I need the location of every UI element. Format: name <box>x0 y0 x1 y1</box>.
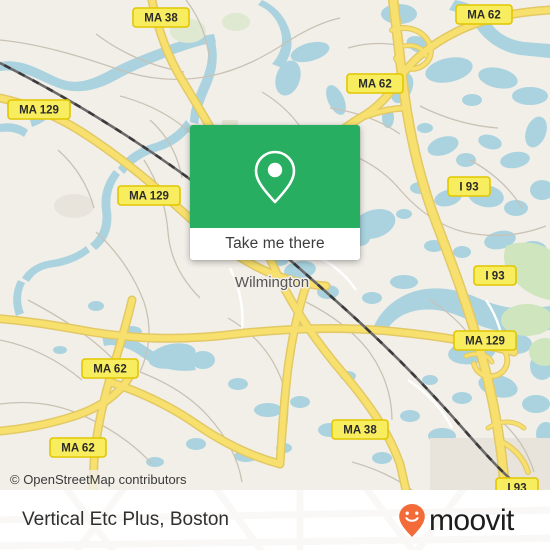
map-pin-icon <box>254 150 296 203</box>
road-shield: MA 62 <box>81 358 139 379</box>
road-shield-label: MA 129 <box>19 105 59 117</box>
road-shield-label: MA 129 <box>465 336 505 348</box>
osm-attribution[interactable]: © OpenStreetMap contributors <box>0 470 195 490</box>
popup-card-header <box>190 125 360 228</box>
moovit-brand-logo[interactable]: moovit <box>396 500 532 540</box>
location-popup-card[interactable]: Take me there <box>190 125 360 260</box>
road-shield: MA 62 <box>346 73 404 94</box>
moovit-pin-icon <box>399 504 425 537</box>
road-shield: MA 38 <box>331 419 389 440</box>
road-shield: I 93 <box>447 176 491 197</box>
road-shield: MA 62 <box>49 437 107 458</box>
road-shield-label: I 93 <box>485 271 504 283</box>
road-shield: MA 38 <box>132 7 190 28</box>
road-shield-label: MA 38 <box>343 425 377 437</box>
moovit-wordmark: moovit <box>429 504 515 537</box>
road-shield: MA 129 <box>453 330 517 351</box>
road-shield: I 93 <box>473 265 517 286</box>
road-shield: I 93 <box>495 477 539 490</box>
road-shield-label: MA 62 <box>358 79 391 91</box>
road-shield-label: MA 129 <box>129 191 169 203</box>
moovit-logo-svg: moovit <box>399 504 516 537</box>
moovit-map-screenshot: Wilmington MA 38 MA 62 MA 62 MA 129 MA 1… <box>0 0 550 550</box>
bottom-info-bar: Vertical Etc Plus, Boston moovit <box>0 490 550 550</box>
road-shield-label: I 93 <box>459 182 478 194</box>
place-title: Vertical Etc Plus, Boston <box>22 509 229 530</box>
road-shield-label: I 93 <box>507 483 526 490</box>
road-shield: MA 62 <box>455 4 513 25</box>
road-shield: MA 129 <box>7 99 71 120</box>
map-city-label-wilmington: Wilmington <box>235 274 309 291</box>
road-shield-label: MA 38 <box>144 13 178 25</box>
road-shield: MA 129 <box>117 185 181 206</box>
take-me-there-button[interactable]: Take me there <box>190 228 360 260</box>
road-shield-label: MA 62 <box>93 364 126 376</box>
road-shield-label: MA 62 <box>467 10 500 22</box>
road-shield-label: MA 62 <box>61 443 94 455</box>
